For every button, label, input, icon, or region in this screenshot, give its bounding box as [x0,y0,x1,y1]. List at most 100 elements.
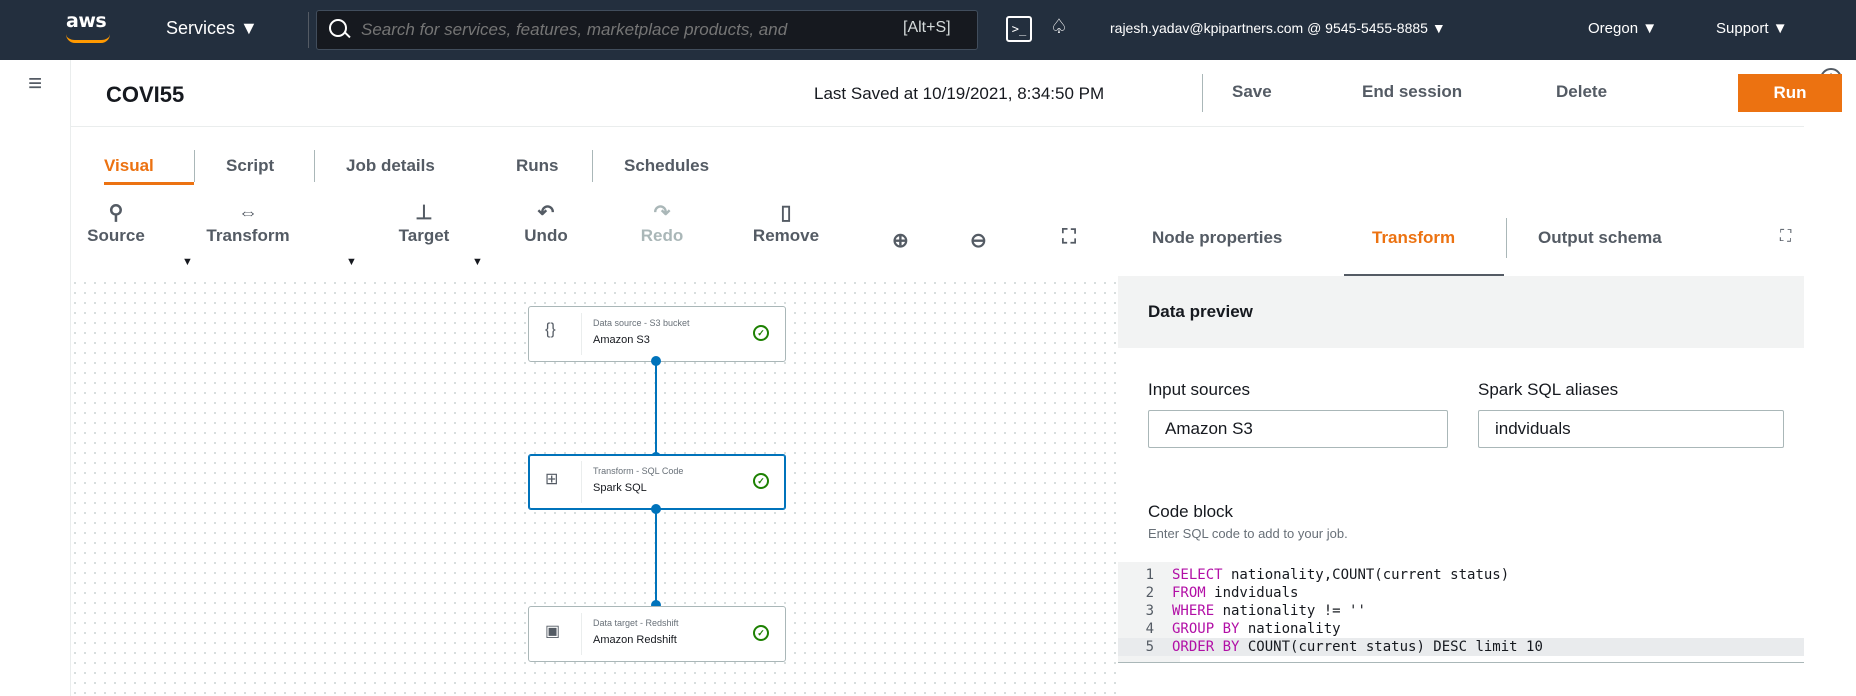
s3-bucket-icon: {} [545,321,556,338]
source-label: Source [87,226,145,245]
sql-transform-icon: ⊞ [545,471,559,488]
input-sources-field[interactable] [1148,410,1448,448]
aliases-label: Spark SQL aliases [1478,380,1619,399]
support-menu[interactable]: Support ▼ [1716,20,1788,37]
remove-button[interactable]: ▯ Remove [746,200,826,246]
job-header: COVI55 Last Saved at 10/19/2021, 8:34:50… [70,60,1842,127]
zoom-in-icon[interactable]: ⊕ [892,228,909,253]
panel-tabs: Node properties Transform Output schema … [1118,200,1804,277]
search-box[interactable]: [Alt+S] [316,10,978,50]
left-rail [0,60,71,696]
node-category: Transform - SQL Code [593,466,684,476]
redo-button[interactable]: ↷ Redo [634,200,690,246]
save-button[interactable]: Save [1232,82,1272,102]
undo-label: Undo [524,226,568,245]
tab-data-preview[interactable]: Data preview [1148,302,1253,322]
node-category: Data source - S3 bucket [593,318,690,328]
tab-visual[interactable]: Visual [104,156,154,176]
aliases-field[interactable] [1478,410,1784,448]
account-menu[interactable]: rajesh.yadav@kpipartners.com @ 9545-5455… [1110,20,1446,36]
target-caret-icon[interactable]: ▼ [472,256,483,268]
code-line: 1 SELECT nationality,COUNT(current status… [1145,567,1510,583]
node-name: Amazon Redshift [593,634,677,646]
node-category: Data target - Redshift [593,618,679,628]
check-circle-icon: ✓ [753,473,769,489]
check-circle-icon: ✓ [753,625,769,641]
search-input[interactable] [359,16,903,44]
canvas-toolbar: ⚲ Source ▼ ⇔ Transform ▼ ⊥ Target ▼ ↶ Un… [70,200,1120,278]
tab-divider [194,150,195,182]
services-menu[interactable]: Services ▼ [166,18,258,39]
tab-divider [314,150,315,182]
code-line: 3 WHERE nationality != '' [1145,603,1366,619]
active-tab-underline [104,182,194,185]
sql-code-editor[interactable]: 1 SELECT nationality,COUNT(current status… [1118,562,1804,663]
redshift-icon: ▣ [545,623,561,640]
job-graph-canvas[interactable]: {} Data source - S3 bucket Amazon S3 ✓ ⊞… [70,278,1118,696]
redo-label: Redo [640,226,684,245]
target-icon: ⊥ [415,202,433,224]
job-tabs: Visual Script Job details Runs Schedules [70,130,770,190]
expand-panel-icon[interactable]: ⛶ [1780,228,1791,246]
node-divider [581,313,582,355]
nav-divider [308,12,309,48]
aws-logo-smile-icon [66,34,110,43]
cloudshell-icon[interactable]: >_ [1006,16,1032,42]
remove-label: Remove [752,226,820,245]
input-sources-label: Input sources [1148,380,1251,399]
node-divider [581,461,582,503]
code-line: 5 ORDER BY COUNT(current status) DESC lim… [1118,638,1804,656]
node-name: Spark SQL [593,482,647,494]
transform-icon: ⇔ [238,202,258,224]
transform-button[interactable]: ⇔ Transform [200,200,296,246]
zoom-out-icon[interactable]: ⊖ [970,228,987,253]
node-amazon-redshift[interactable]: ▣ Data target - Redshift Amazon Redshift… [528,606,786,662]
transform-label: Transform [206,226,290,245]
check-circle-icon: ✓ [753,325,769,341]
hamburger-menu-icon[interactable]: ≡ [28,70,42,98]
aws-top-nav: aws Services ▼ [Alt+S] >_ ♤ rajesh.yadav… [0,0,1856,60]
undo-button[interactable]: ↶ Undo [518,200,574,246]
tab-runs[interactable]: Runs [516,156,559,176]
node-divider [581,613,582,655]
header-divider [1202,74,1203,112]
panel-tab-divider [1506,218,1507,258]
search-icon [329,19,347,37]
source-caret-icon[interactable]: ▼ [182,256,193,268]
source-button[interactable]: ⚲ Source [86,200,146,246]
tab-node-properties[interactable]: Node properties [1152,228,1282,248]
code-line: 2 FROM indviduals [1145,585,1299,601]
tab-transform[interactable]: Transform [1372,228,1455,248]
node-spark-sql[interactable]: ⊞ Transform - SQL Code Spark SQL ✓ [528,454,786,510]
run-button[interactable]: Run [1738,74,1842,112]
trash-icon: ▯ [780,202,792,224]
tab-divider [592,150,593,182]
code-line: 4 GROUP BY nationality [1145,621,1341,637]
redo-icon: ↷ [653,202,671,224]
search-shortcut: [Alt+S] [903,19,951,36]
edge-connector [655,510,657,606]
undo-icon: ↶ [537,202,555,224]
delete-button[interactable]: Delete [1556,82,1607,102]
fit-to-screen-icon[interactable]: ⛶ [1062,226,1076,249]
source-icon: ⚲ [108,202,124,224]
end-session-button[interactable]: End session [1362,82,1462,102]
edge-connector [655,362,657,458]
tab-script[interactable]: Script [226,156,274,176]
region-menu[interactable]: Oregon ▼ [1588,20,1657,37]
data-preview-bar: Data preview [1118,276,1804,348]
transform-caret-icon[interactable]: ▼ [346,256,357,268]
node-amazon-s3[interactable]: {} Data source - S3 bucket Amazon S3 ✓ [528,306,786,362]
target-label: Target [398,226,450,245]
job-title: COVI55 [106,82,185,107]
target-button[interactable]: ⊥ Target [394,200,454,246]
node-panel: Node properties Transform Output schema … [1118,200,1804,696]
node-name: Amazon S3 [593,334,650,346]
tab-output-schema[interactable]: Output schema [1538,228,1662,248]
notifications-bell-icon[interactable]: ♤ [1050,14,1068,39]
tab-schedules[interactable]: Schedules [624,156,709,176]
code-block-hint: Enter SQL code to add to your job. [1148,526,1348,541]
aws-logo[interactable]: aws [66,10,107,32]
last-saved-text: Last Saved at 10/19/2021, 8:34:50 PM [814,84,1105,103]
tab-job-details[interactable]: Job details [346,156,435,176]
